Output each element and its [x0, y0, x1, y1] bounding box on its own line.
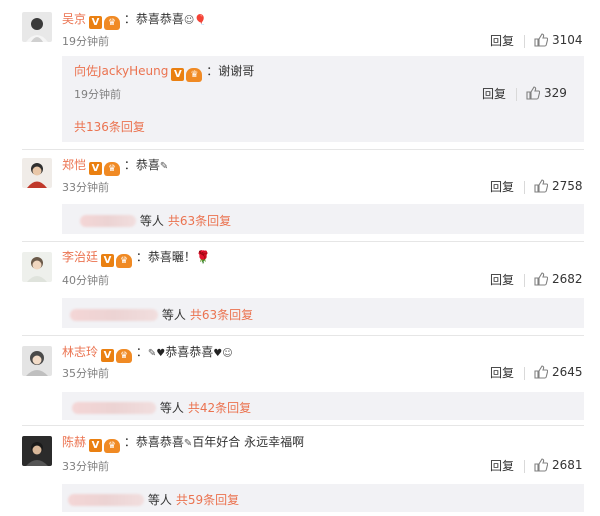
- comment-item: 吴京 V ♛ ：恭喜恭喜☺🎈 19分钟前 回复 3104 向佐JackyHeung V…: [0, 0, 600, 150]
- like-count: 2758: [552, 179, 583, 193]
- vip-fan-icon: ♛: [116, 349, 133, 363]
- sub-reply-box: 向佐JackyHeung V ♛ ：谢谢哥 19分钟前 回复 329 共136条回复: [62, 56, 584, 142]
- heart-icon: ♥: [156, 348, 166, 359]
- comment-time: 40分钟前: [62, 274, 109, 287]
- comment-item: 林志玲 V ♛ ：✎♥恭喜恭喜♥☺ 35分钟前 回复 2645 等人 共42条回复: [0, 336, 600, 426]
- more-replies-link[interactable]: 共42条回复: [188, 401, 251, 415]
- divider: [524, 274, 525, 287]
- divider: [524, 35, 525, 48]
- verified-v-icon: V: [89, 16, 103, 29]
- sub-reply-text: ：谢谢哥: [206, 64, 255, 78]
- thumbs-up-icon: [534, 179, 549, 193]
- divider: [524, 367, 525, 380]
- blurred-names: [72, 402, 156, 414]
- username[interactable]: 吴京: [62, 12, 86, 26]
- comment-text-2: 恭喜恭喜: [165, 345, 214, 359]
- comment-time: 33分钟前: [62, 460, 109, 473]
- vip-fan-icon: ♛: [104, 439, 121, 453]
- comment-item: 李治廷 V ♛ ：恭喜曬！🌹 40分钟前 回复 2682 等人 共63条回复: [0, 242, 600, 336]
- sub-reply-box: 等人 共63条回复: [62, 204, 584, 234]
- emoji-icon: ✎: [147, 348, 157, 359]
- thumbs-up-icon: [534, 365, 549, 379]
- comment-time: 33分钟前: [62, 181, 109, 194]
- verified-v-icon: V: [171, 68, 185, 81]
- avatar[interactable]: [22, 346, 52, 376]
- like-button[interactable]: 2758: [534, 177, 583, 195]
- rose-icon: 🌹: [195, 250, 211, 264]
- etc-label: 等人: [161, 308, 186, 322]
- comment-text: ：恭喜恭喜: [123, 435, 184, 449]
- verified-v-icon: V: [89, 162, 103, 175]
- like-count: 2645: [552, 365, 583, 379]
- verified-v-icon: V: [89, 439, 103, 452]
- vip-fan-icon: ♛: [104, 162, 121, 176]
- sub-like-button[interactable]: 329: [526, 84, 567, 102]
- reply-button[interactable]: 回复: [490, 271, 514, 288]
- comment-text-2: 百年好合 永远幸福啊: [192, 435, 305, 449]
- balloon-icon: 🎈: [194, 15, 207, 26]
- emoji-icon: ☺: [183, 15, 195, 26]
- vip-fan-icon: ♛: [104, 16, 121, 30]
- blurred-names: [70, 309, 158, 321]
- emoji-icon: ✎: [159, 161, 169, 172]
- like-button[interactable]: 3104: [534, 31, 583, 49]
- like-button[interactable]: 2682: [534, 270, 583, 288]
- reply-button[interactable]: 回复: [490, 178, 514, 195]
- divider: [524, 460, 525, 473]
- etc-label: 等人: [139, 214, 164, 228]
- sub-reply-box: 等人 共63条回复: [62, 298, 584, 328]
- username[interactable]: 陈赫: [62, 435, 86, 449]
- reply-button[interactable]: 回复: [490, 32, 514, 49]
- comment-item: 郑恺 V ♛ ：恭喜✎ 33分钟前 回复 2758 等人 共63条回复: [0, 150, 600, 242]
- sub-reply-button[interactable]: 回复: [482, 85, 506, 102]
- etc-label: 等人: [159, 401, 184, 415]
- like-count: 2681: [552, 458, 583, 472]
- vip-fan-icon: ♛: [186, 68, 203, 82]
- verified-v-icon: V: [101, 254, 115, 267]
- username[interactable]: 李治廷: [62, 250, 98, 264]
- comment-text: ：恭喜: [123, 158, 160, 172]
- avatar[interactable]: [22, 12, 52, 42]
- comment-text: ：: [135, 345, 148, 359]
- emoji-icon: ✎: [183, 438, 193, 449]
- blurred-names: [68, 494, 144, 506]
- username[interactable]: 林志玲: [62, 345, 98, 359]
- more-replies-link[interactable]: 共63条回复: [190, 308, 253, 322]
- verified-v-icon: V: [101, 349, 115, 362]
- divider: [524, 181, 525, 194]
- emoji-icon: ☺: [222, 348, 233, 359]
- like-button[interactable]: 2645: [534, 363, 583, 381]
- heart-icon: ♥: [213, 348, 223, 359]
- avatar[interactable]: [22, 252, 52, 282]
- like-count: 2682: [552, 272, 583, 286]
- thumbs-up-icon: [526, 86, 541, 100]
- thumbs-up-icon: [534, 33, 549, 47]
- etc-label: 等人: [147, 493, 172, 507]
- comment-time: 35分钟前: [62, 367, 109, 380]
- divider: [516, 88, 517, 101]
- like-count: 3104: [552, 33, 583, 47]
- comment-text: ：恭喜曬！: [135, 250, 196, 264]
- sub-reply-time: 19分钟前: [74, 88, 121, 101]
- thumbs-up-icon: [534, 458, 549, 472]
- blurred-names: [80, 215, 136, 227]
- more-replies-link[interactable]: 共59条回复: [176, 493, 239, 507]
- thumbs-up-icon: [534, 272, 549, 286]
- comment-text: ：恭喜恭喜: [123, 12, 184, 26]
- avatar[interactable]: [22, 436, 52, 466]
- sub-reply-username[interactable]: 向佐JackyHeung: [74, 64, 168, 78]
- avatar[interactable]: [22, 158, 52, 188]
- reply-button[interactable]: 回复: [490, 457, 514, 474]
- more-replies-link[interactable]: 共63条回复: [168, 214, 231, 228]
- username[interactable]: 郑恺: [62, 158, 86, 172]
- sub-reply-box: 等人 共59条回复: [62, 484, 584, 512]
- sub-reply-box: 等人 共42条回复: [62, 392, 584, 420]
- like-button[interactable]: 2681: [534, 456, 583, 474]
- reply-button[interactable]: 回复: [490, 364, 514, 381]
- comment-item: 陈赫 V ♛ ：恭喜恭喜✎百年好合 永远幸福啊 33分钟前 回复 2681 等人 共5…: [0, 426, 600, 516]
- more-replies-link[interactable]: 共136条回复: [74, 118, 145, 135]
- vip-fan-icon: ♛: [116, 254, 133, 268]
- comment-time: 19分钟前: [62, 35, 109, 48]
- like-count: 329: [544, 86, 567, 100]
